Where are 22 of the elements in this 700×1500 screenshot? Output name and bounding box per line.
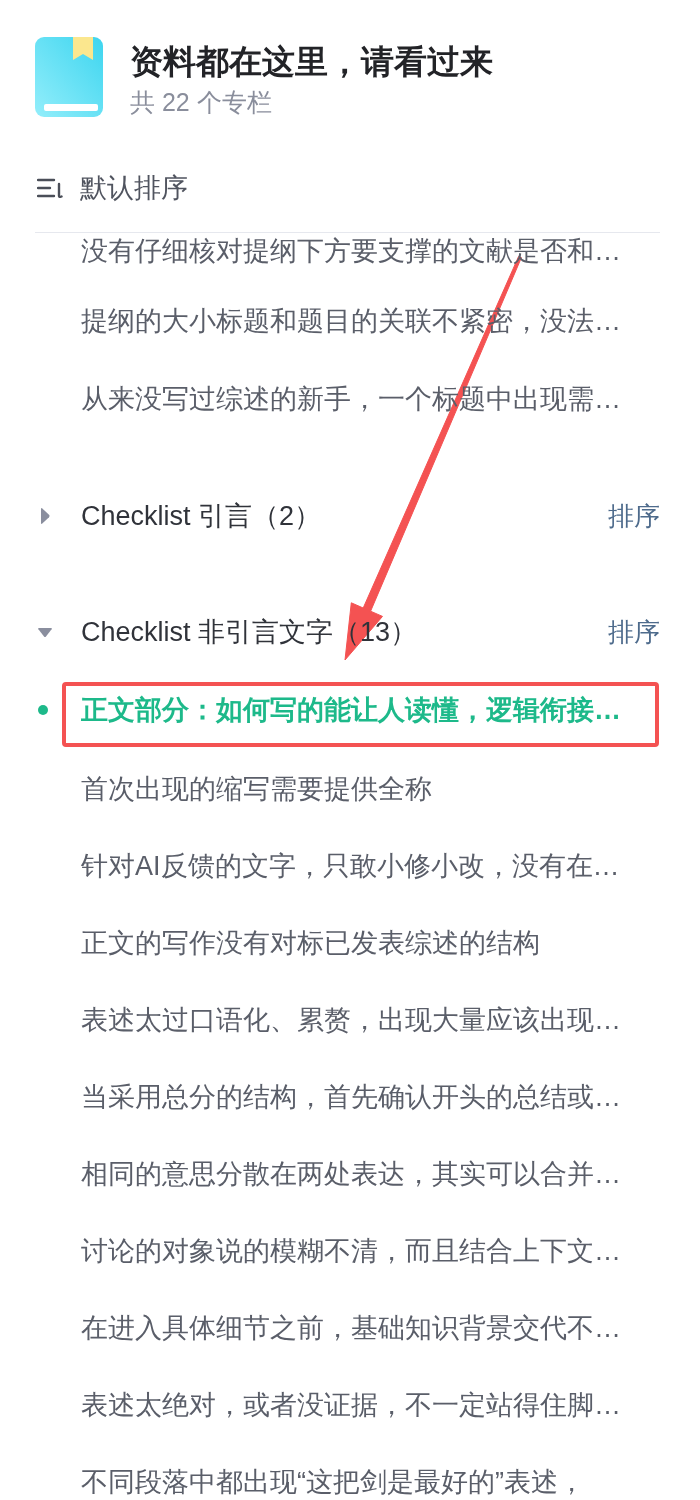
sort-link[interactable]: 排序 [608, 499, 660, 533]
sort-button[interactable]: 默认排序 [35, 166, 188, 210]
subtitle: 共 22 个专栏 [130, 87, 273, 117]
section-header[interactable]: Checklist 引言（2） [81, 499, 322, 533]
list-item[interactable]: 讨论的对象说的模糊不清，而且结合上下文… [81, 1233, 621, 1268]
caret-right-icon[interactable] [40, 507, 50, 525]
sort-link[interactable]: 排序 [608, 615, 660, 649]
list-item[interactable]: 在进入具体细节之前，基础知识背景交代不… [81, 1310, 621, 1345]
list-item[interactable]: 表述太过口语化、累赘，出现大量应该出现… [81, 1002, 621, 1037]
list-item[interactable]: 针对AI反馈的文字，只敢小修小改，没有在… [81, 848, 620, 883]
list-item[interactable]: 不同段落中都出现“这把剑是最好的”表述， [81, 1464, 585, 1499]
list-item[interactable]: 首次出现的缩写需要提供全称 [81, 771, 432, 806]
list-item[interactable]: 正文的写作没有对标已发表综述的结构 [81, 925, 540, 960]
list-item[interactable]: 相同的意思分散在两处表达，其实可以合并… [81, 1156, 621, 1191]
list-item[interactable]: 表述太绝对，或者没证据，不一定站得住脚… [81, 1387, 621, 1422]
dot-icon [38, 705, 48, 715]
page-title: 资料都在这里，请看过来 [130, 42, 493, 82]
caret-down-icon[interactable] [37, 626, 53, 638]
sort-icon [37, 178, 63, 198]
list-item[interactable]: 没有仔细核对提纲下方要支撑的文献是否和… [81, 234, 621, 268]
list-item[interactable]: 当采用总分的结构，首先确认开头的总结或… [81, 1079, 621, 1114]
book-icon [35, 37, 103, 117]
